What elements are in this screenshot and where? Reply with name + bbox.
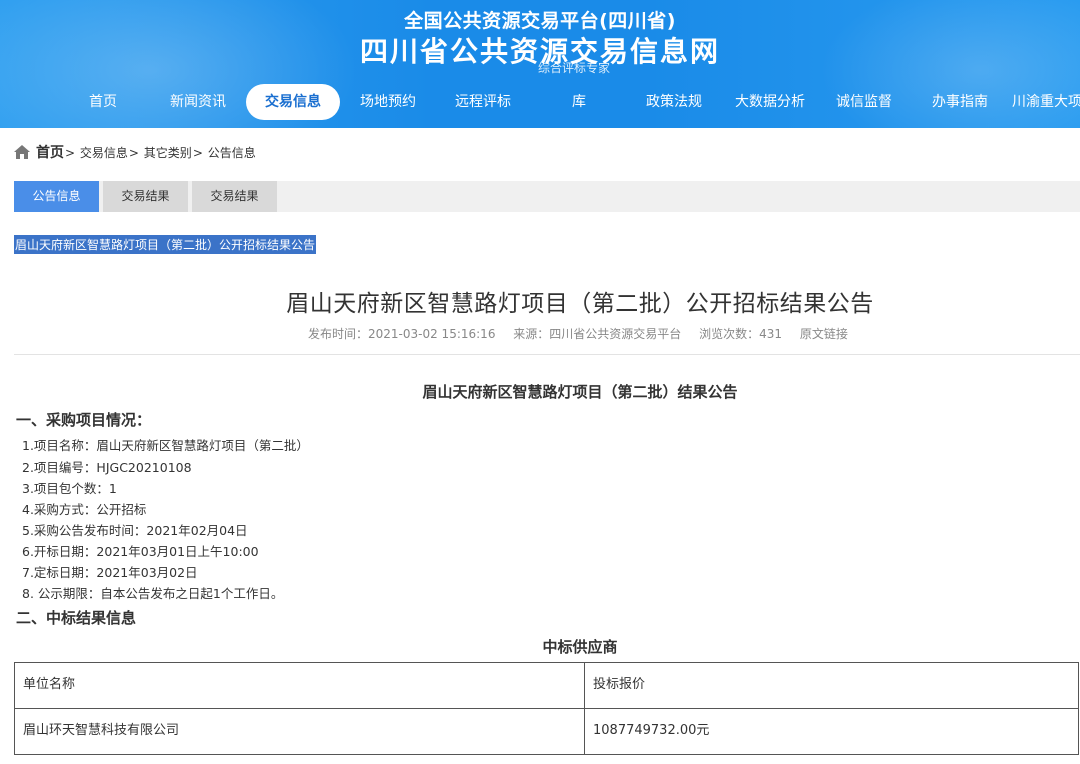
table-header-cell: 单位名称 <box>14 662 585 709</box>
publish-time: 发布时间：2021-03-02 15:16:16 <box>308 327 496 341</box>
breadcrumb: 首页> 交易信息> 其它类别> 公告信息 <box>14 142 256 162</box>
nav-item-policy[interactable]: 政策法规 <box>636 84 712 120</box>
article-title: 眉山天府新区智慧路灯项目（第二批）公开招标结果公告 <box>286 291 874 317</box>
list-item: 3.项目包个数：1 <box>22 481 117 496</box>
header-overlay-text: 综合评标专家 <box>538 61 611 75</box>
list-item: 5.采购公告发布时间：2021年02月04日 <box>22 523 248 538</box>
result-table: 单位名称 投标报价 眉山环天智慧科技有限公司 1087749732.00元 <box>14 662 1079 755</box>
table-row: 眉山环天智慧科技有限公司 1087749732.00元 <box>14 708 1079 755</box>
source: 来源：四川省公共资源交易平台 <box>513 327 682 341</box>
nav-item-library[interactable]: 库 <box>560 84 598 120</box>
list-item: 6.开标日期：2021年03月01日上午10:00 <box>22 544 259 559</box>
nav-item-credit[interactable]: 诚信监督 <box>826 84 902 120</box>
tab-trade-result[interactable]: 交易结果 <box>103 181 188 212</box>
tab-bar: 公告信息 交易结果 交易结果 <box>14 181 1080 212</box>
nav-item-chuanyu[interactable]: 川渝重大项 <box>1012 84 1080 120</box>
nav-item-news[interactable]: 新闻资讯 <box>160 84 236 120</box>
breadcrumb-item[interactable]: 交易信息 <box>80 146 128 160</box>
nav-item-remote-evaluation[interactable]: 远程评标 <box>444 84 522 120</box>
breadcrumb-item[interactable]: 其它类别 <box>144 146 192 160</box>
section-heading: 一、采购项目情况： <box>16 411 152 429</box>
nav-item-guide[interactable]: 办事指南 <box>922 84 998 120</box>
list-item: 1.项目名称：眉山天府新区智慧路灯项目（第二批） <box>22 438 309 453</box>
section-heading: 二、中标结果信息 <box>16 609 137 627</box>
table-header-cell: 投标报价 <box>584 662 1079 709</box>
article-meta: 发布时间：2021-03-02 15:16:16 来源：四川省公共资源交易平台 … <box>308 325 862 342</box>
main-nav: 首页 新闻资讯 交易信息 场地预约 远程评标 库 政策法规 大数据分析 诚信监督… <box>0 84 1080 122</box>
home-icon <box>14 145 30 159</box>
site-header: 全国公共资源交易平台(四川省) 四川省公共资源交易信息网 综合评标专家 首页 新… <box>0 0 1080 128</box>
nav-item-trading-info[interactable]: 交易信息 <box>246 84 340 120</box>
document-heading: 眉山天府新区智慧路灯项目（第二批）结果公告 <box>422 383 738 401</box>
list-item: 8. 公示期限：自本公告发布之日起1个工作日。 <box>22 586 284 601</box>
nav-item-venue-booking[interactable]: 场地预约 <box>350 84 426 120</box>
original-link[interactable]: 原文链接 <box>800 327 848 341</box>
selected-title-link[interactable]: 眉山天府新区智慧路灯项目（第二批）公开招标结果公告 <box>14 235 317 254</box>
table-header-row: 单位名称 投标报价 <box>14 662 1079 709</box>
table-cell: 1087749732.00元 <box>584 708 1079 755</box>
breadcrumb-separator: > <box>65 146 76 160</box>
breadcrumb-home[interactable]: 首页 <box>36 145 64 161</box>
list-item: 7.定标日期：2021年03月02日 <box>22 565 198 580</box>
nav-item-big-data[interactable]: 大数据分析 <box>726 84 814 120</box>
breadcrumb-separator: > <box>192 146 203 160</box>
tab-announcement[interactable]: 公告信息 <box>14 181 99 212</box>
list-item: 4.采购方式：公开招标 <box>22 502 147 517</box>
tab-trade-result-2[interactable]: 交易结果 <box>192 181 277 212</box>
breadcrumb-separator: > <box>128 146 139 160</box>
divider <box>14 354 1080 355</box>
site-subtitle: 全国公共资源交易平台(四川省) <box>404 10 676 32</box>
view-count: 浏览次数：431 <box>699 327 783 341</box>
nav-item-home[interactable]: 首页 <box>72 84 134 120</box>
breadcrumb-item[interactable]: 公告信息 <box>208 146 256 160</box>
table-caption: 中标供应商 <box>542 638 618 656</box>
list-item: 2.项目编号：HJGC20210108 <box>22 460 192 475</box>
table-cell: 眉山环天智慧科技有限公司 <box>14 708 585 755</box>
